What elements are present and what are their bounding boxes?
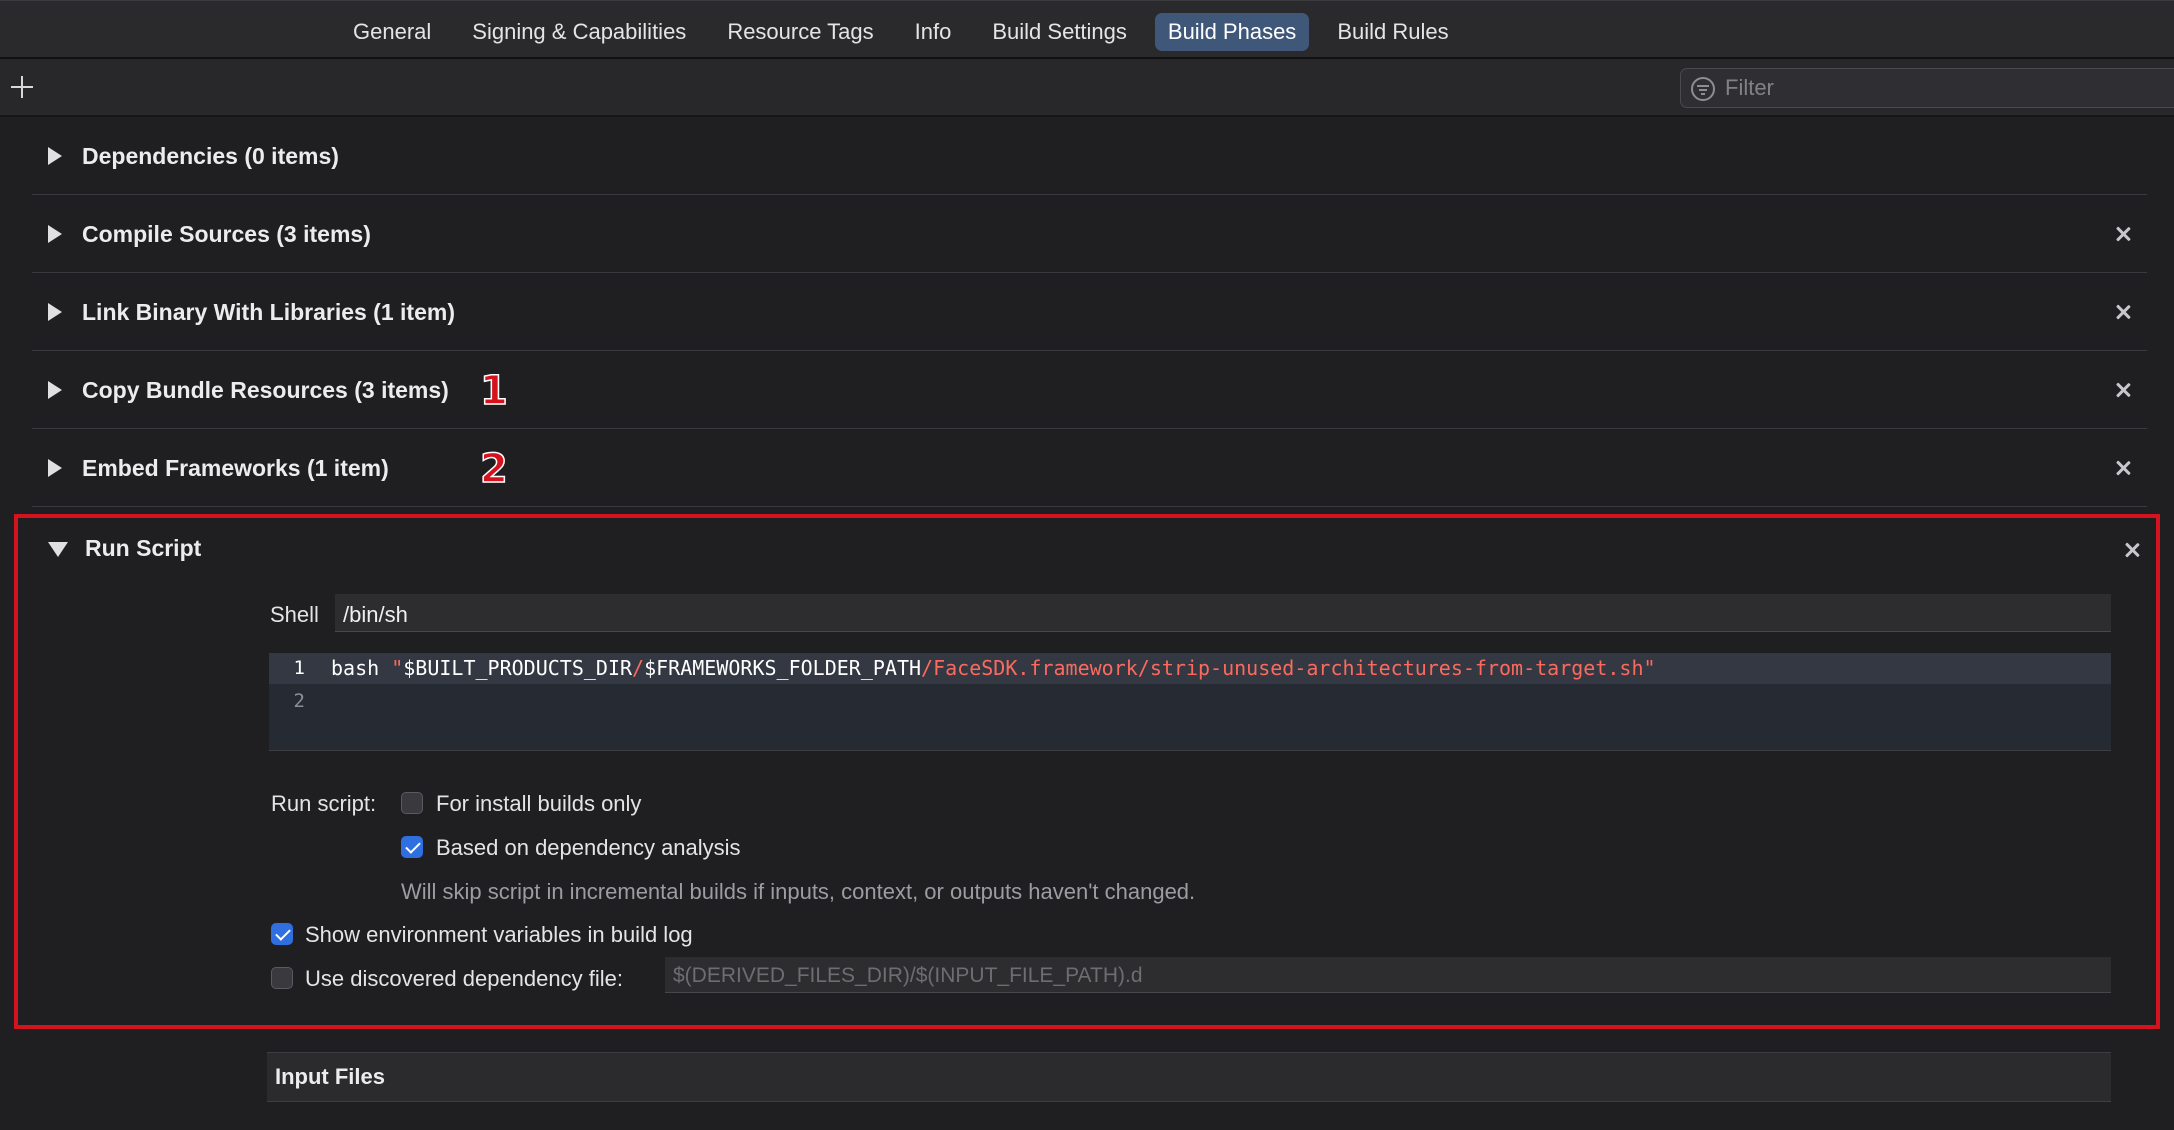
shell-field[interactable]: /bin/sh	[335, 594, 2111, 632]
tab-build-settings[interactable]: Build Settings	[979, 13, 1140, 51]
shell-value: /bin/sh	[343, 602, 408, 627]
close-icon[interactable]	[2111, 300, 2135, 324]
disclosure-triangle-expanded-icon[interactable]	[48, 542, 68, 557]
script-code-line: bash "$BUILT_PRODUCTS_DIR/$FRAMEWORKS_FO…	[331, 653, 1656, 684]
dependency-analysis-checkbox[interactable]	[401, 836, 423, 858]
disclosure-triangle-icon[interactable]	[48, 225, 62, 243]
script-editor[interactable]: 1 2 bash "$BUILT_PRODUCTS_DIR/$FRAMEWORK…	[269, 653, 2111, 751]
phase-run-script: Run Script Shell /bin/sh 1 2 bash "$BUIL…	[14, 514, 2160, 1029]
plus-icon[interactable]	[8, 73, 36, 101]
close-icon[interactable]	[2120, 538, 2144, 562]
disclosure-triangle-icon[interactable]	[48, 147, 62, 165]
code-variable: $BUILT_PRODUCTS_DIR	[403, 656, 633, 680]
tab-signing-capabilities[interactable]: Signing & Capabilities	[459, 13, 699, 51]
dependency-file-placeholder: $(DERIVED_FILES_DIR)/$(INPUT_FILE_PATH).…	[673, 964, 1143, 987]
line-number: 1	[293, 657, 305, 679]
install-builds-only-checkbox[interactable]	[401, 792, 423, 814]
filter-field[interactable]: Filter	[1680, 68, 2174, 108]
phase-title: Link Binary With Libraries (1 item)	[82, 299, 455, 325]
code-separator: /	[632, 656, 645, 680]
input-files-section[interactable]: Input Files	[267, 1052, 2111, 1102]
show-env-vars-checkbox[interactable]	[271, 923, 293, 945]
phase-title: Run Script	[85, 535, 202, 561]
dependency-analysis-label[interactable]: Based on dependency analysis	[436, 835, 741, 861]
close-icon[interactable]	[2111, 222, 2135, 246]
code-quote: "	[391, 656, 404, 680]
phase-link-binary[interactable]: Link Binary With Libraries (1 item)	[32, 273, 2147, 351]
tab-bar: General Signing & Capabilities Resource …	[0, 0, 2174, 59]
shell-label: Shell	[270, 602, 319, 627]
filter-placeholder: Filter	[1725, 75, 1774, 100]
annotation-marker-2: 2	[479, 446, 508, 492]
show-env-vars-label[interactable]: Show environment variables in build log	[305, 922, 693, 948]
disclosure-triangle-icon[interactable]	[48, 303, 62, 321]
disclosure-triangle-icon[interactable]	[48, 381, 62, 399]
discovered-dependency-checkbox[interactable]	[271, 967, 293, 989]
dependency-file-field[interactable]: $(DERIVED_FILES_DIR)/$(INPUT_FILE_PATH).…	[665, 957, 2111, 993]
tab-resource-tags[interactable]: Resource Tags	[714, 13, 886, 51]
tab-build-rules[interactable]: Build Rules	[1324, 13, 1461, 51]
close-icon[interactable]	[2111, 456, 2135, 480]
close-icon[interactable]	[2111, 378, 2135, 402]
tabs: General Signing & Capabilities Resource …	[340, 13, 1477, 51]
tab-general[interactable]: General	[340, 13, 444, 51]
code-string-path: /FaceSDK.framework/strip-unused-architec…	[921, 656, 1656, 680]
code-command: bash	[331, 656, 392, 680]
annotation-marker-1: 1	[479, 368, 508, 414]
disclosure-triangle-icon[interactable]	[48, 459, 62, 477]
dependency-analysis-hint: Will skip script in incremental builds i…	[401, 879, 1196, 904]
phase-title: Compile Sources (3 items)	[82, 221, 371, 247]
phase-dependencies[interactable]: Dependencies (0 items)	[32, 117, 2147, 195]
tab-build-phases[interactable]: Build Phases	[1154, 13, 1310, 51]
line-number: 2	[293, 690, 305, 712]
phase-title: Copy Bundle Resources (3 items)	[82, 377, 449, 403]
discovered-dependency-label[interactable]: Use discovered dependency file:	[305, 966, 623, 992]
code-variable: $FRAMEWORKS_FOLDER_PATH	[644, 656, 922, 680]
phases-toolbar: Filter	[0, 59, 2174, 117]
input-files-title: Input Files	[275, 1064, 385, 1089]
phase-title: Embed Frameworks (1 item)	[82, 455, 389, 481]
phase-copy-bundle-resources[interactable]: Copy Bundle Resources (3 items) 1	[32, 351, 2147, 429]
phase-compile-sources[interactable]: Compile Sources (3 items)	[32, 195, 2147, 273]
filter-icon	[1691, 77, 1715, 101]
phase-embed-frameworks[interactable]: Embed Frameworks (1 item) 2	[32, 429, 2147, 507]
run-script-label: Run script:	[271, 791, 377, 816]
install-builds-only-label[interactable]: For install builds only	[436, 791, 641, 817]
phase-title: Dependencies (0 items)	[82, 143, 339, 169]
tab-info[interactable]: Info	[902, 13, 965, 51]
